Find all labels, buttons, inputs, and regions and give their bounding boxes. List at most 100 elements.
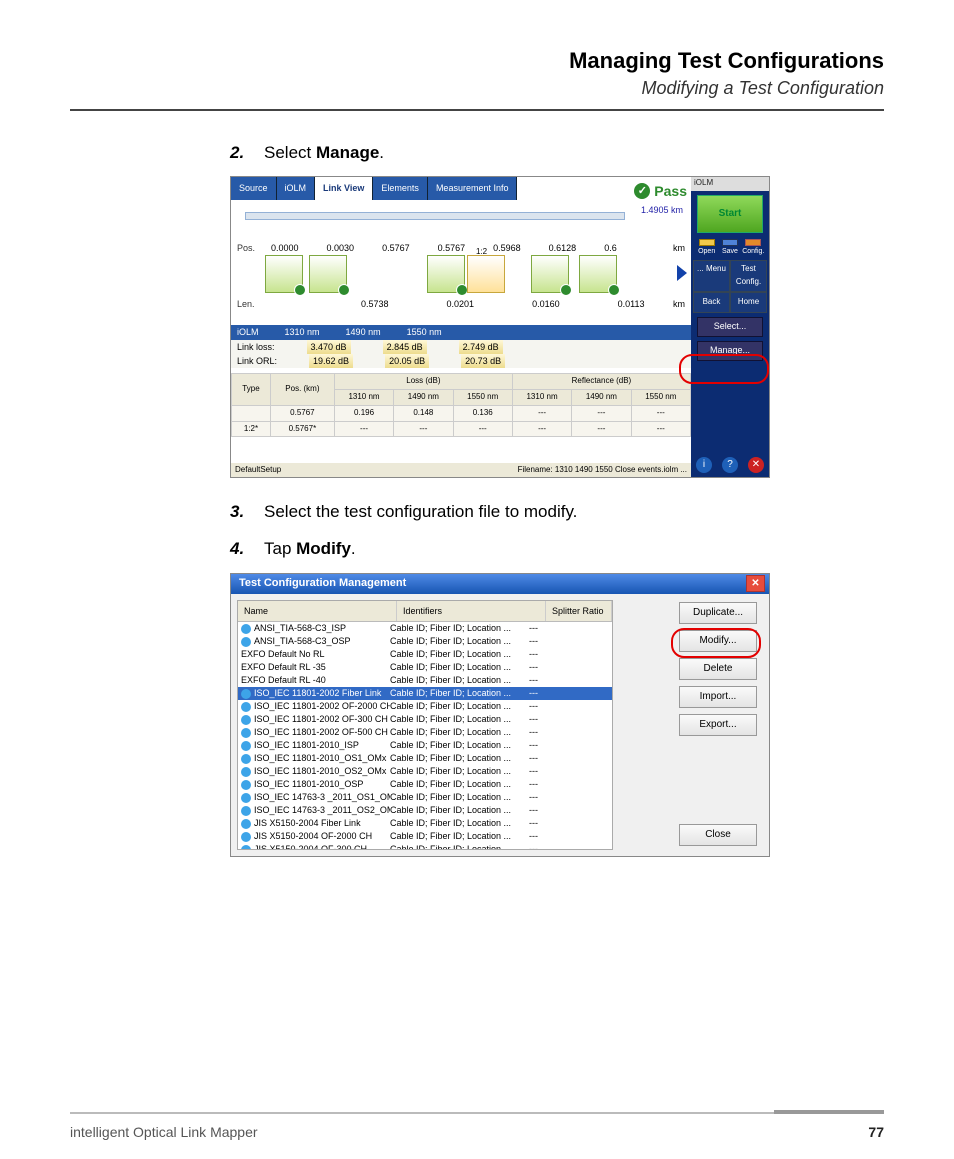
status-setup: DefaultSetup [235,464,281,477]
select-button[interactable]: Select... [697,317,763,337]
footer-product-name: intelligent Optical Link Mapper [70,1124,258,1140]
col-type: Type [232,374,271,406]
list-item[interactable]: ANSI_TIA-568-C3_ISPCable ID; Fiber ID; L… [238,622,612,635]
globe-icon [241,845,251,850]
tab-link-view[interactable]: Link View [315,177,373,199]
close-button[interactable]: Close [679,824,757,846]
start-button[interactable]: Start [697,195,763,233]
sidebar-title: iOLM [691,177,769,191]
folder-icon [699,239,715,246]
list-item[interactable]: EXFO Default RL -40Cable ID; Fiber ID; L… [238,674,612,687]
globe-icon [241,624,251,634]
globe-icon [241,741,251,751]
length-row: Len. 0.5738 0.0201 0.0160 0.0113 km [237,297,685,311]
element-splitter[interactable]: 1:2 [467,255,505,293]
pass-indicator: ✓ Pass [634,180,687,202]
table-row[interactable]: 1:2* 0.5767* --------- --------- [232,421,691,437]
screenshot-iolm-app: Source iOLM Link View Elements Measureme… [230,176,770,478]
header-rule [70,109,884,111]
gear-icon [745,239,761,246]
list-item[interactable]: ISO_IEC 11801-2010_ISPCable ID; Fiber ID… [238,739,612,752]
globe-icon [241,728,251,738]
check-icon [338,284,350,296]
open-button[interactable]: Open [698,239,716,257]
globe-icon [241,689,251,699]
globe-icon [241,780,251,790]
modify-button[interactable]: Modify... [679,630,757,652]
list-item[interactable]: ISO_IEC 11801-2002 OF-2000 CHCable ID; F… [238,700,612,713]
list-item[interactable]: ANSI_TIA-568-C3_OSPCable ID; Fiber ID; L… [238,635,612,648]
list-item[interactable]: ISO_IEC 14763-3 _2011_OS1_OMxCable ID; F… [238,791,612,804]
col-loss: Loss (dB) [334,374,512,390]
tab-source[interactable]: Source [231,177,277,199]
status-bar: DefaultSetup Filename: 1310 1490 1550 Cl… [231,463,691,477]
config-list[interactable]: Name Identifiers Splitter Ratio ANSI_TIA… [237,600,613,850]
list-item[interactable]: JIS X5150-2004 OF-2000 CHCable ID; Fiber… [238,830,612,843]
list-header: Name Identifiers Splitter Ratio [238,601,612,622]
measurement-header: iOLM 1310 nm 1490 nm 1550 nm [231,325,691,340]
list-item[interactable]: EXFO Default No RLCable ID; Fiber ID; Lo… [238,648,612,661]
app-sidebar: iOLM Start Open Save Config. ... Menu Te… [691,177,769,477]
footer-accent [774,1110,884,1114]
event-table: Type Pos. (km) Loss (dB) Reflectance (dB… [231,373,691,463]
delete-button[interactable]: Delete [679,658,757,680]
duplicate-button[interactable]: Duplicate... [679,602,757,624]
col-splitter-ratio[interactable]: Splitter Ratio [546,601,612,621]
check-icon: ✓ [634,183,650,199]
step-number: 4. [230,535,252,562]
col-name[interactable]: Name [238,601,397,621]
list-item[interactable]: ISO_IEC 11801-2002 Fiber LinkCable ID; F… [238,687,612,700]
list-item[interactable]: JIS X5150-2004 OF-300 CHCable ID; Fiber … [238,843,612,850]
config-button[interactable]: Config. [744,239,762,257]
element-box[interactable] [309,255,347,293]
page-footer: intelligent Optical Link Mapper 77 [70,1124,884,1140]
list-item[interactable]: ISO_IEC 11801-2010_OSPCable ID; Fiber ID… [238,778,612,791]
tab-iolm[interactable]: iOLM [277,177,316,199]
table-row[interactable]: 0.5767 0.1960.1480.136 --------- [232,405,691,421]
manage-button[interactable]: Manage... [697,341,763,361]
globe-icon [241,793,251,803]
element-box[interactable] [579,255,617,293]
element-box[interactable] [265,255,303,293]
element-box[interactable] [427,255,465,293]
menu-crumb[interactable]: ... Menu [693,260,730,292]
testconfig-crumb[interactable]: Test Config. [730,260,767,292]
footer-rule [70,1112,884,1114]
position-row: Pos. 0.0000 0.0030 0.5767 0.5767 0.5968 … [237,241,685,255]
check-icon [560,284,572,296]
screenshot-config-dialog: Test Configuration Management ✕ Name Ide… [230,573,770,857]
globe-icon [241,832,251,842]
close-icon[interactable]: ✕ [748,457,764,473]
import-button[interactable]: Import... [679,686,757,708]
scroll-right-icon[interactable] [677,265,687,281]
close-icon[interactable]: ✕ [746,575,765,592]
element-box[interactable] [531,255,569,293]
disk-icon [722,239,738,246]
globe-icon [241,754,251,764]
list-item[interactable]: ISO_IEC 11801-2002 OF-500 CHCable ID; Fi… [238,726,612,739]
list-item[interactable]: ISO_IEC 14763-3 _2011_OS2_OMxCable ID; F… [238,804,612,817]
tab-elements[interactable]: Elements [373,177,428,199]
save-button[interactable]: Save [721,239,739,257]
col-identifiers[interactable]: Identifiers [397,601,546,621]
globe-icon [241,819,251,829]
help-icon[interactable]: ? [722,457,738,473]
step-2: 2. Select Manage. [230,139,770,166]
col-refl: Reflectance (dB) [512,374,690,390]
step-number: 2. [230,139,252,166]
dialog-titlebar: Test Configuration Management ✕ [231,574,769,594]
list-item[interactable]: ISO_IEC 11801-2010_OS2_OMxCable ID; Fibe… [238,765,612,778]
list-item[interactable]: EXFO Default RL -35Cable ID; Fiber ID; L… [238,661,612,674]
info-icon[interactable]: i [696,457,712,473]
tab-measurement-info[interactable]: Measurement Info [428,177,518,199]
home-button[interactable]: Home [730,292,767,313]
step-text: Tap Modify. [264,535,356,562]
link-overview: 1.4905 km [237,203,685,227]
check-icon [608,284,620,296]
back-button[interactable]: Back [693,292,730,313]
list-item[interactable]: ISO_IEC 11801-2010_OS1_OMxCable ID; Fibe… [238,752,612,765]
list-item[interactable]: JIS X5150-2004 Fiber LinkCable ID; Fiber… [238,817,612,830]
link-length-label: 1.4905 km [641,203,683,217]
list-item[interactable]: ISO_IEC 11801-2002 OF-300 CHCable ID; Fi… [238,713,612,726]
export-button[interactable]: Export... [679,714,757,736]
